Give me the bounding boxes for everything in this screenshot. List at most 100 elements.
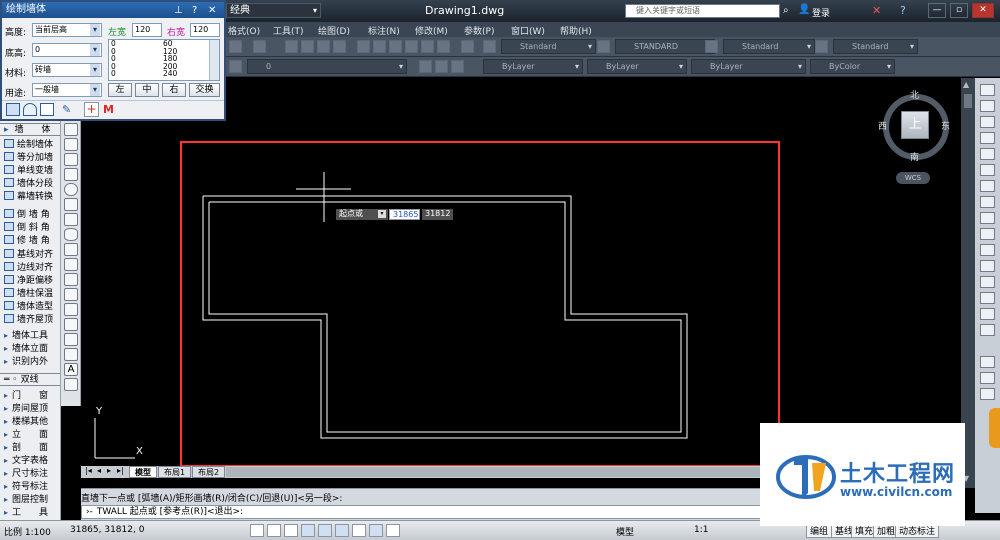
ducs-toggle-icon[interactable]	[352, 524, 366, 537]
left-width-field[interactable]: 120	[132, 23, 162, 37]
copy-tool-icon[interactable]	[980, 100, 995, 112]
explode-tool-icon[interactable]	[980, 324, 995, 336]
pan-icon[interactable]	[285, 40, 298, 53]
menu-item-dimension[interactable]: ▸ 尺寸标注	[4, 467, 48, 480]
sheet-set-icon[interactable]	[405, 40, 418, 53]
plotstyle-combo[interactable]: ByColor	[810, 59, 895, 74]
dynamic-y-input[interactable]: 31812	[422, 209, 453, 220]
redo-icon[interactable]	[253, 40, 266, 53]
pin-icon[interactable]: ⊥	[174, 3, 183, 19]
menu-parametric[interactable]: 参数(P)	[464, 24, 494, 37]
grid-toggle-icon[interactable]	[267, 524, 281, 537]
material-field[interactable]: 砖墙	[32, 63, 102, 77]
line-tool-icon[interactable]	[64, 123, 78, 136]
make-current-icon[interactable]	[419, 60, 432, 73]
straight-wall-icon[interactable]	[6, 103, 20, 116]
compass-east[interactable]: 东	[941, 119, 950, 132]
spline-tool-icon[interactable]	[64, 213, 78, 226]
color-combo[interactable]: ByLayer	[483, 59, 583, 74]
width-list-scrollbar[interactable]	[209, 40, 219, 80]
hatch-tool-icon[interactable]	[64, 303, 78, 316]
menu-modify[interactable]: 修改(M)	[415, 24, 448, 37]
join-tool-icon[interactable]	[980, 276, 995, 288]
base-height-field[interactable]: 0	[32, 43, 102, 57]
menu-item-insulation[interactable]: 墙柱保温	[4, 288, 53, 301]
menu-item-draw-wall[interactable]: 绘制墙体	[4, 139, 53, 152]
tab-model[interactable]: 模型	[129, 466, 157, 478]
tab-nav-first[interactable]: |◂	[85, 466, 92, 475]
height-field[interactable]: 当前层高	[32, 23, 102, 37]
menu-item-layer-control[interactable]: ▸ 图层控制	[4, 493, 48, 506]
table-tool-icon[interactable]	[64, 348, 78, 361]
layer-state-icon[interactable]	[451, 60, 464, 73]
break-tool-icon[interactable]	[980, 260, 995, 272]
revcloud-tool-icon[interactable]	[64, 198, 78, 211]
eyedropper-icon[interactable]: ✎	[62, 103, 71, 116]
circle-tool-icon[interactable]	[64, 183, 78, 196]
compass-north[interactable]: 北	[910, 88, 919, 101]
tab-nav-last[interactable]: ▸|	[117, 466, 124, 475]
array-tool-icon[interactable]	[980, 148, 995, 160]
layer-tool-icon[interactable]	[980, 356, 995, 368]
scale-tool-icon[interactable]	[980, 196, 995, 208]
menu-item-symbol[interactable]: ▸ 符号标注	[4, 480, 48, 493]
ellipse-tool-icon[interactable]	[64, 228, 78, 241]
viewcube[interactable]: 北 南 西 东 上 WCS	[878, 88, 952, 188]
menu-item-fillet-wall[interactable]: 倒 墙 角	[4, 209, 50, 222]
panel-help-icon[interactable]: ?	[192, 3, 197, 19]
menu-item-offset[interactable]: 净距偏移	[4, 275, 53, 288]
trim-tool-icon[interactable]	[980, 228, 995, 240]
lineweight-combo[interactable]: ByLayer	[691, 59, 806, 74]
login-label[interactable]: 登录	[812, 6, 830, 19]
width-list[interactable]: 0 0 0 0 0 60 120 180 200 240	[108, 39, 220, 81]
viewcube-top-face[interactable]: 上	[901, 111, 929, 139]
scroll-up-icon[interactable]: ▲	[963, 80, 969, 89]
lwt-toggle-icon[interactable]	[386, 524, 400, 537]
menu-item-wall-to-roof[interactable]: 墙齐屋顶	[4, 314, 53, 327]
close-icon[interactable]: ✕	[972, 3, 994, 18]
annotation-scale[interactable]: 1:1	[694, 525, 708, 535]
ortho-toggle-icon[interactable]	[284, 524, 298, 537]
list-item[interactable]: 0	[111, 70, 116, 78]
menu-item-door-window[interactable]: ▸ 门 窗	[4, 389, 48, 402]
zoom-previous-icon[interactable]	[333, 40, 346, 53]
wcs-menu[interactable]: WCS	[896, 172, 930, 184]
group-tool-icon[interactable]	[980, 388, 995, 400]
layer-previous-icon[interactable]	[435, 60, 448, 73]
menu-section-wall[interactable]: ▸ 墙 体	[0, 123, 60, 136]
dim-style-icon[interactable]	[597, 40, 610, 53]
workspace-combo[interactable]: 经典 ▾	[226, 3, 321, 18]
right-width-field[interactable]: 120	[190, 23, 220, 37]
text-style-combo[interactable]: Standard	[501, 39, 596, 54]
point-tool-icon[interactable]	[64, 288, 78, 301]
menu-item-tools[interactable]: ▸ 工 具	[4, 506, 48, 519]
drawing-canvas[interactable]: Y X	[81, 78, 961, 466]
layer-properties-icon[interactable]	[229, 60, 242, 73]
compass-south[interactable]: 南	[910, 150, 919, 163]
menu-draw[interactable]: 绘图(D)	[318, 24, 350, 37]
tab-nav-next[interactable]: ▸	[107, 466, 111, 475]
tab-layout2[interactable]: 布局2	[192, 466, 226, 478]
tool-palettes-icon[interactable]	[389, 40, 402, 53]
menu-item-stairs[interactable]: ▸ 楼梯其他	[4, 415, 48, 428]
multileader-style-icon[interactable]	[815, 40, 828, 53]
tab-nav-prev[interactable]: ◂	[97, 466, 101, 475]
group-button[interactable]: 编组	[806, 524, 833, 538]
offset-tool-icon[interactable]	[980, 132, 995, 144]
menu-item-section[interactable]: ▸ 剖 面	[4, 441, 48, 454]
chamfer-tool-icon[interactable]	[980, 292, 995, 304]
menu-item-chamfer-wall[interactable]: 倒 斜 角	[4, 222, 50, 235]
multileader-style-combo[interactable]: Standard	[833, 39, 918, 54]
menu-item-divide-wall[interactable]: 等分加墙	[4, 152, 53, 165]
arc-tool-icon[interactable]	[64, 168, 78, 181]
menu-item-text-table[interactable]: ▸ 文字表格	[4, 454, 48, 467]
scroll-thumb[interactable]	[964, 94, 972, 108]
mtext-tool-icon[interactable]: A	[64, 363, 78, 376]
rectangle-tool-icon[interactable]	[64, 153, 78, 166]
help-icon[interactable]: ?	[900, 4, 906, 17]
extend-tool-icon[interactable]	[980, 244, 995, 256]
snap-toggle-icon[interactable]	[250, 524, 264, 537]
dyn-toggle-icon[interactable]	[369, 524, 383, 537]
otrack-toggle-icon[interactable]	[335, 524, 349, 537]
menu-item-identify[interactable]: ▸ 识别内外	[4, 355, 48, 368]
